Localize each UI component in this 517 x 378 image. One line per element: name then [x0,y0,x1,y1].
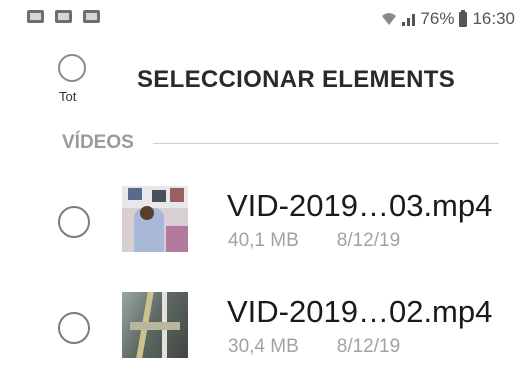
section-label: VÍDEOS [62,132,134,153]
status-bar: 76% 16:30 [0,0,517,40]
message-icon [55,10,72,23]
gallery-icon [27,10,44,23]
status-time: 16:30 [472,9,515,28]
item-checkbox[interactable] [58,312,90,344]
list-item[interactable]: VID-2019…02.mp4 30,4 MB 8/12/19 [0,288,517,368]
item-checkbox[interactable] [58,206,90,238]
file-name: VID-2019…03.mp4 [227,188,493,223]
wifi-icon [382,13,397,25]
select-all-toggle[interactable]: Tot [55,54,95,109]
file-date: 8/12/19 [336,336,401,357]
page-title: SELECCIONAR ELEMENTS [137,66,456,93]
status-indicators: 76% 16:30 [381,8,515,30]
signal-icon [402,12,416,26]
file-meta: 30,4 MB 8/12/19 [228,336,400,358]
select-all-checkbox[interactable] [58,54,86,82]
file-date: 8/12/19 [336,230,401,251]
video-thumbnail [122,186,188,252]
section-divider [153,143,499,144]
file-size: 40,1 MB [228,230,299,251]
battery-icon [459,9,468,27]
selection-header: Tot SELECCIONAR ELEMENTS [0,48,517,120]
video-thumbnail [122,292,188,358]
battery-percent: 76% [420,9,455,28]
file-size: 30,4 MB [228,336,299,357]
select-all-label: Tot [59,89,77,104]
section-header: VÍDEOS [0,128,517,160]
image-icon [83,10,100,23]
file-meta: 40,1 MB 8/12/19 [228,230,400,252]
file-name: VID-2019…02.mp4 [227,294,493,329]
list-item[interactable]: VID-2019…03.mp4 40,1 MB 8/12/19 [0,182,517,262]
